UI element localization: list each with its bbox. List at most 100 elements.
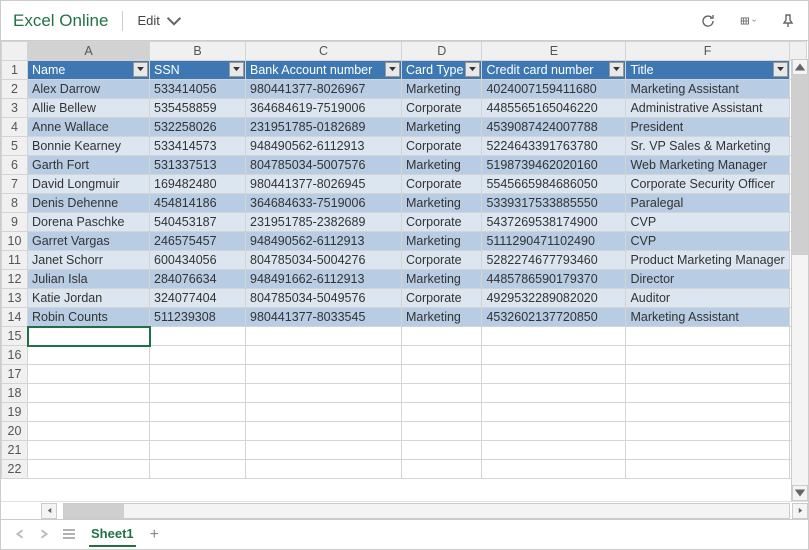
cell[interactable] <box>246 384 402 403</box>
cell[interactable]: 980441377-8026967 <box>246 80 402 99</box>
cell[interactable] <box>150 365 246 384</box>
cell[interactable] <box>402 403 482 422</box>
filter-icon[interactable] <box>229 62 244 77</box>
all-sheets-icon[interactable] <box>63 527 75 542</box>
cell[interactable]: 5198739462020160 <box>482 156 626 175</box>
row-header-2[interactable]: 2 <box>2 80 28 99</box>
cell[interactable]: 231951785-2382689 <box>246 213 402 232</box>
cell[interactable]: Product Marketing Manager <box>626 251 789 270</box>
cell[interactable]: Garth Fort <box>28 156 150 175</box>
cell[interactable]: Corporate <box>402 251 482 270</box>
scroll-down-arrow[interactable] <box>792 485 808 501</box>
row-header-17[interactable]: 17 <box>2 365 28 384</box>
refresh-icon[interactable] <box>700 13 716 29</box>
cell[interactable] <box>246 403 402 422</box>
cell[interactable]: 4485786590179370 <box>482 270 626 289</box>
cell[interactable]: David Longmuir <box>28 175 150 194</box>
scroll-up-arrow[interactable] <box>792 59 808 75</box>
cell[interactable] <box>246 422 402 441</box>
row-header-21[interactable]: 21 <box>2 441 28 460</box>
cell[interactable]: 511239308 <box>150 308 246 327</box>
cell[interactable]: Alex Darrow <box>28 80 150 99</box>
cell[interactable] <box>402 346 482 365</box>
cell[interactable] <box>28 384 150 403</box>
col-header-D[interactable]: D <box>402 42 482 61</box>
cell[interactable]: Katie Jordan <box>28 289 150 308</box>
cell[interactable]: Corporate <box>402 175 482 194</box>
cell[interactable] <box>402 327 482 346</box>
cell[interactable] <box>246 346 402 365</box>
col-header-C[interactable]: C <box>246 42 402 61</box>
cell[interactable] <box>28 422 150 441</box>
cell[interactable]: Marketing <box>402 232 482 251</box>
cell[interactable] <box>150 460 246 479</box>
cell[interactable]: 533414056 <box>150 80 246 99</box>
cell[interactable]: 364684619-7519006 <box>246 99 402 118</box>
cell[interactable]: 231951785-0182689 <box>246 118 402 137</box>
row-header-10[interactable]: 10 <box>2 232 28 251</box>
cell[interactable] <box>28 403 150 422</box>
next-sheet-icon[interactable] <box>39 527 49 542</box>
cell[interactable] <box>626 460 789 479</box>
cell[interactable]: 5111290471102490 <box>482 232 626 251</box>
row-header-15[interactable]: 15 <box>2 327 28 346</box>
row-header-16[interactable]: 16 <box>2 346 28 365</box>
cell[interactable]: Allie Bellew <box>28 99 150 118</box>
cell[interactable] <box>626 327 789 346</box>
cell[interactable] <box>482 346 626 365</box>
cell[interactable]: Garret Vargas <box>28 232 150 251</box>
cell[interactable] <box>626 346 789 365</box>
row-header-6[interactable]: 6 <box>2 156 28 175</box>
cell[interactable] <box>626 384 789 403</box>
pin-icon[interactable] <box>780 13 796 29</box>
row-header-3[interactable]: 3 <box>2 99 28 118</box>
cell[interactable]: Director <box>626 270 789 289</box>
cell[interactable]: 948490562-6112913 <box>246 232 402 251</box>
cell[interactable] <box>482 384 626 403</box>
cell[interactable] <box>626 422 789 441</box>
cell[interactable]: Marketing <box>402 156 482 175</box>
filter-icon[interactable] <box>465 62 480 77</box>
cell[interactable]: 5282274677793460 <box>482 251 626 270</box>
cell[interactable]: CVP <box>626 213 789 232</box>
cell[interactable] <box>246 460 402 479</box>
cell[interactable] <box>246 327 402 346</box>
col-header-E[interactable]: E <box>482 42 626 61</box>
cell[interactable]: Web Marketing Manager <box>626 156 789 175</box>
cell[interactable]: CVP <box>626 232 789 251</box>
cell[interactable] <box>150 384 246 403</box>
row-header-12[interactable]: 12 <box>2 270 28 289</box>
cell[interactable]: Bonnie Kearney <box>28 137 150 156</box>
cell[interactable]: Anne Wallace <box>28 118 150 137</box>
scroll-thumb[interactable] <box>792 75 808 255</box>
cell[interactable] <box>150 441 246 460</box>
cell[interactable]: 948491662-6112913 <box>246 270 402 289</box>
cell[interactable]: 324077404 <box>150 289 246 308</box>
cell[interactable] <box>482 403 626 422</box>
hscroll-thumb[interactable] <box>64 504 124 518</box>
scroll-right-arrow[interactable] <box>792 503 808 519</box>
row-header-1[interactable]: 1 <box>2 61 28 80</box>
cell[interactable]: Marketing <box>402 194 482 213</box>
scroll-left-arrow[interactable] <box>41 503 57 519</box>
cell[interactable] <box>28 327 150 346</box>
horizontal-scrollbar[interactable] <box>1 501 808 519</box>
table-header-cell[interactable]: Name <box>28 61 150 80</box>
cell[interactable] <box>246 365 402 384</box>
select-all-corner[interactable] <box>2 42 28 61</box>
cell[interactable]: Denis Dehenne <box>28 194 150 213</box>
row-header-14[interactable]: 14 <box>2 308 28 327</box>
cell[interactable]: 454814186 <box>150 194 246 213</box>
cell[interactable] <box>28 365 150 384</box>
col-header-B[interactable]: B <box>150 42 246 61</box>
col-header-F[interactable]: F <box>626 42 789 61</box>
cell[interactable]: Corporate Security Officer <box>626 175 789 194</box>
cell[interactable]: 5545665984686050 <box>482 175 626 194</box>
cell[interactable]: 284076634 <box>150 270 246 289</box>
cell[interactable]: 4485565165046220 <box>482 99 626 118</box>
cell[interactable]: Corporate <box>402 99 482 118</box>
cell[interactable] <box>402 441 482 460</box>
cell[interactable]: 600434056 <box>150 251 246 270</box>
cell[interactable]: 5339317533885550 <box>482 194 626 213</box>
filter-icon[interactable] <box>133 62 148 77</box>
